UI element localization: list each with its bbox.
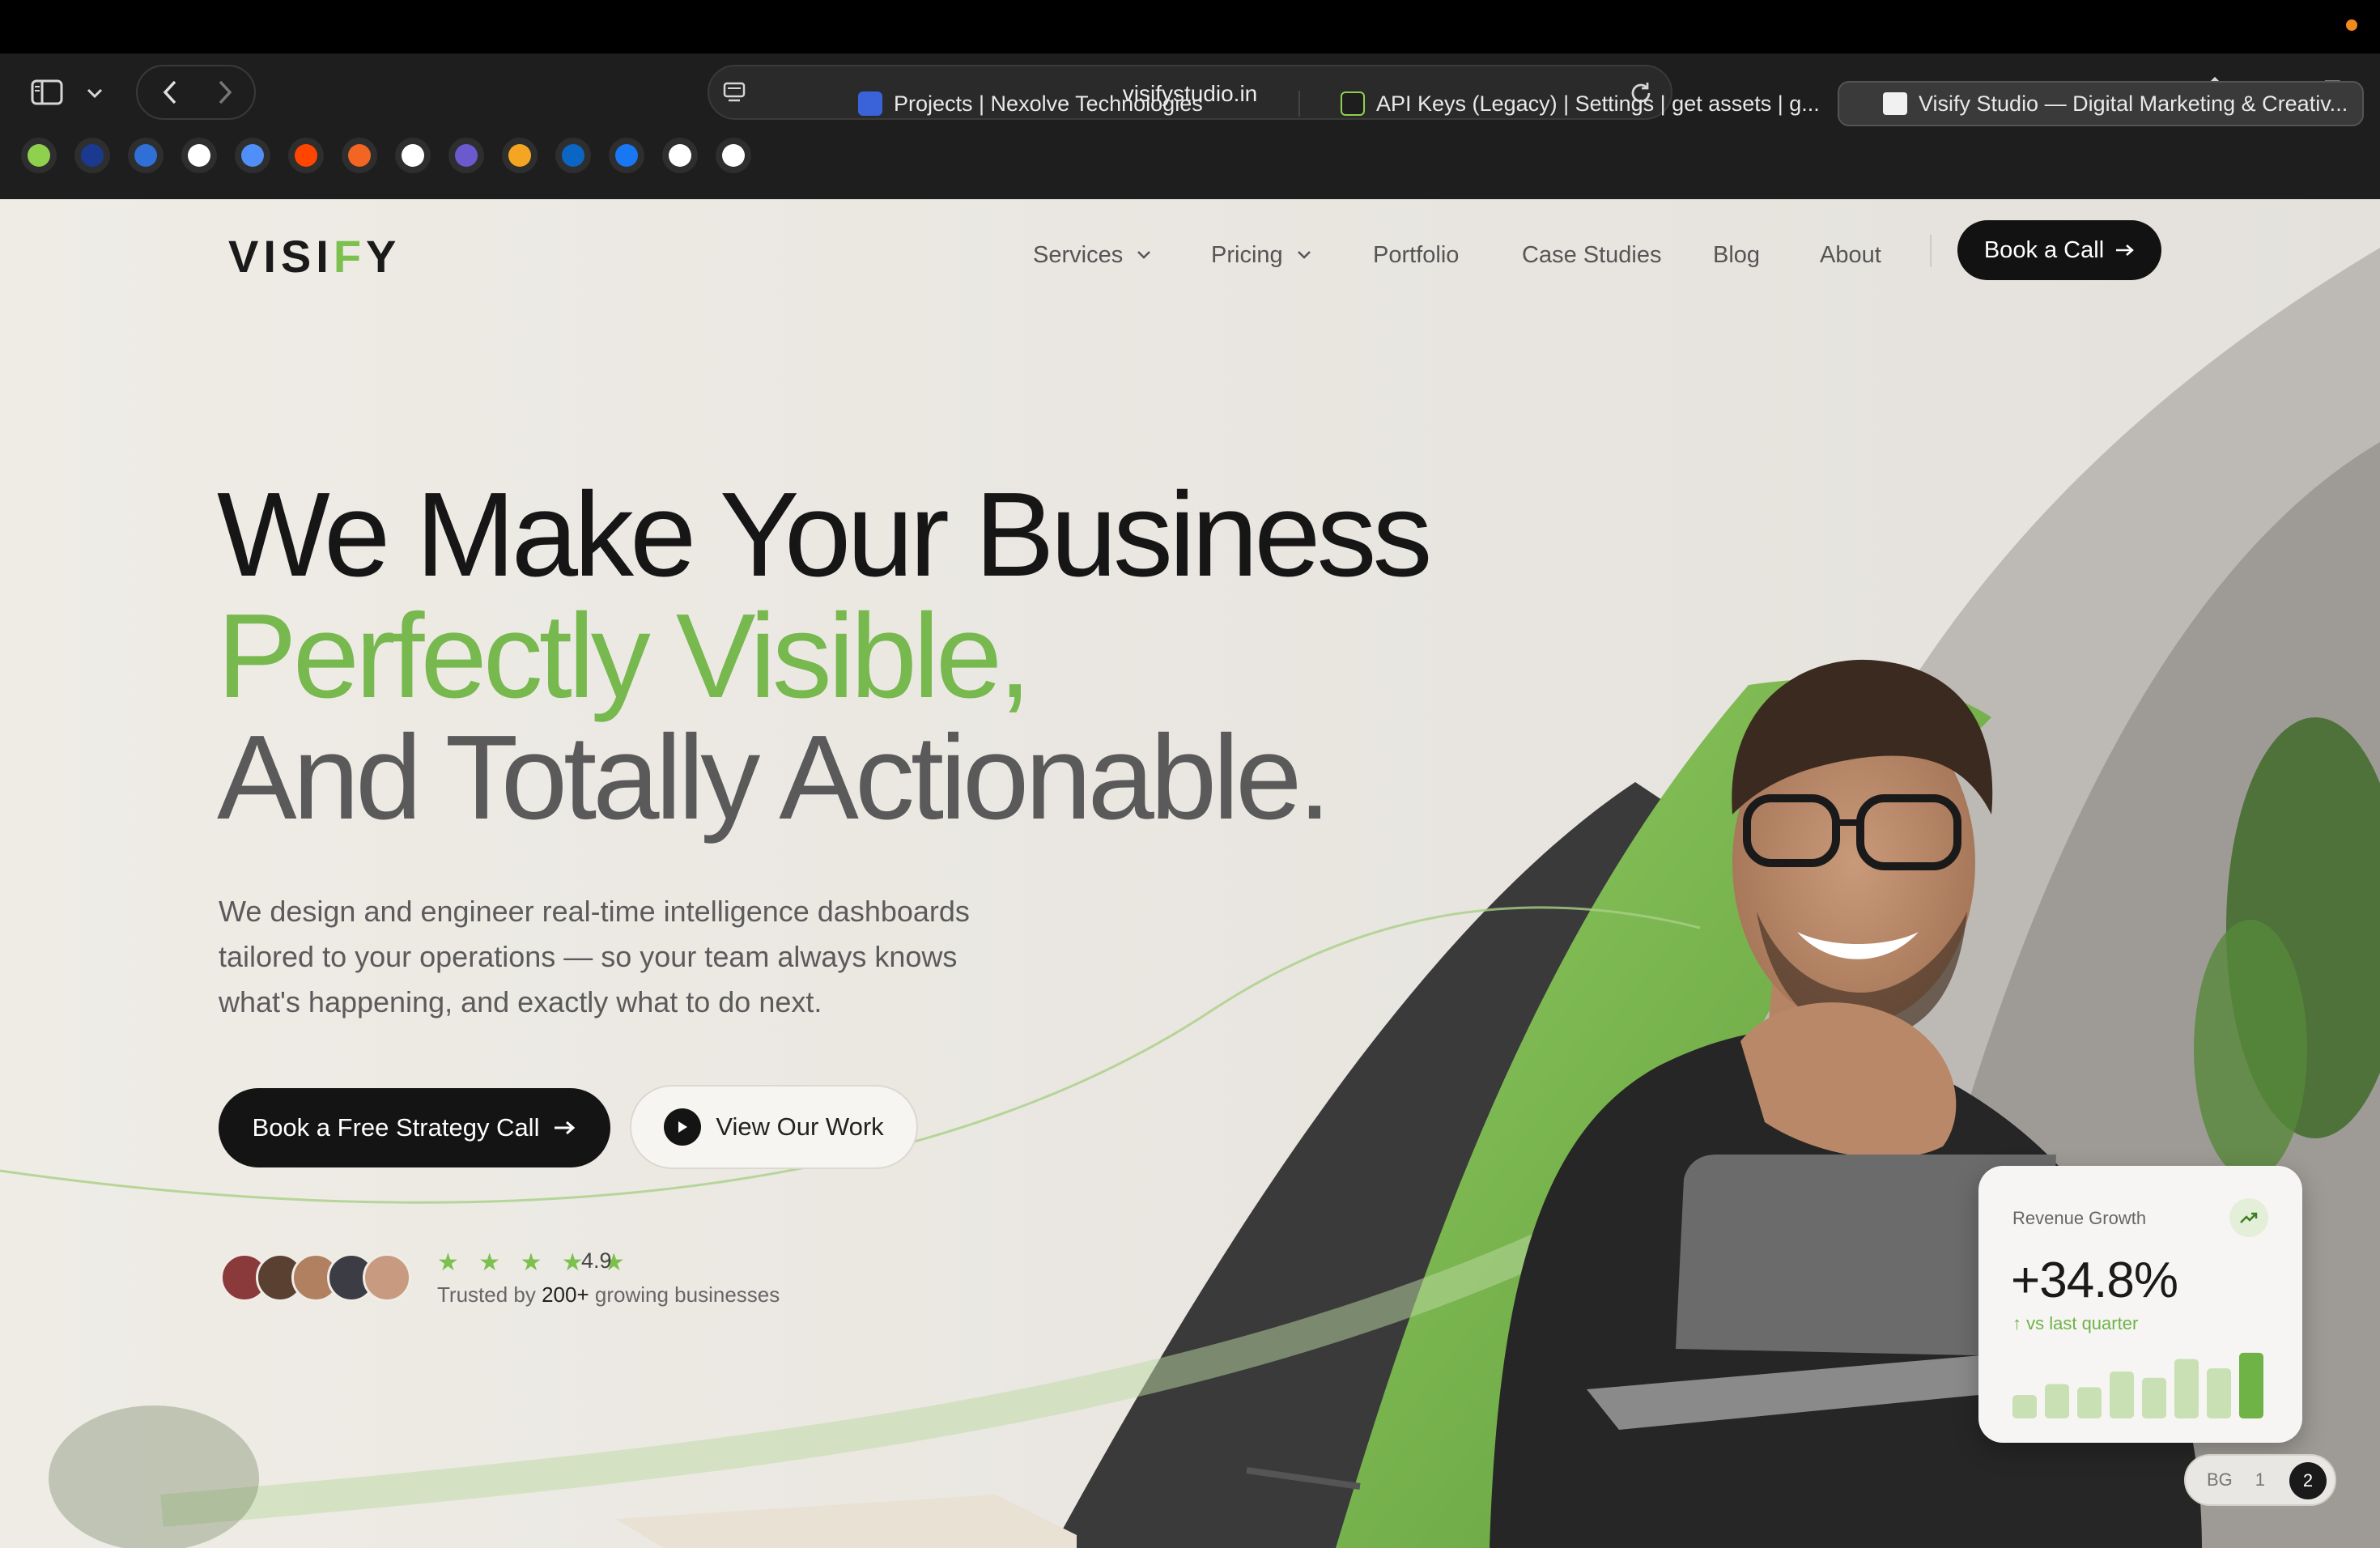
hero-heading-line3: And Totally Actionable. xyxy=(217,711,1332,844)
nav-portfolio[interactable]: Portfolio xyxy=(1373,242,1459,269)
avatar xyxy=(363,1253,411,1302)
tab-title: Visify Studio — Digital Marketing & Crea… xyxy=(1919,91,2348,116)
book-strategy-call-button[interactable]: Book a Free Strategy Call xyxy=(219,1088,610,1167)
analytics-icon[interactable] xyxy=(502,138,538,173)
browser-toolbar: visifystudio.in Projects | Nexolve Techn… xyxy=(0,53,2380,199)
system-menubar xyxy=(0,0,2380,53)
revenue-bar xyxy=(2077,1387,2102,1418)
hero-subtitle: We design and engineer real-time intelli… xyxy=(219,895,970,1019)
revenue-growth-card: Revenue Growth +34.8% ↑ vs last quarter xyxy=(1978,1166,2302,1443)
sidebar-toggle-icon[interactable] xyxy=(29,76,65,108)
chevron-down-icon[interactable] xyxy=(84,83,105,104)
revenue-growth-value: +34.8% xyxy=(2011,1252,2178,1308)
tab-api-keys[interactable]: API Keys (Legacy) | Settings | get asset… xyxy=(1341,81,1826,126)
customer-avatars xyxy=(220,1253,411,1303)
slide-pager: BG 1 2 xyxy=(2184,1454,2336,1506)
triangle-icon[interactable] xyxy=(395,138,431,173)
nexolve-favicon-icon xyxy=(858,91,882,116)
revenue-bar xyxy=(2207,1368,2231,1418)
nav-services[interactable]: Services xyxy=(1033,242,1152,269)
history-nav xyxy=(136,65,256,120)
nav-case-studies[interactable]: Case Studies xyxy=(1522,242,1662,269)
nav-pricing[interactable]: Pricing xyxy=(1211,242,1312,269)
nav-divider xyxy=(1930,235,1932,267)
gemini-icon[interactable] xyxy=(235,138,270,173)
bookmarks-bar xyxy=(5,131,761,180)
hero-heading-line1: We Make Your Business xyxy=(217,468,1432,602)
facebook-icon[interactable] xyxy=(609,138,644,173)
webpage: VISIFY Services Pricing Portfolio Case S… xyxy=(0,199,2380,1548)
ycombinator-icon[interactable] xyxy=(342,138,377,173)
openai-icon[interactable] xyxy=(181,138,217,173)
arrow-right-icon xyxy=(555,1121,576,1135)
arrow-right-icon xyxy=(2116,245,2135,256)
trending-up-icon xyxy=(2229,1198,2268,1237)
forward-icon[interactable] xyxy=(210,78,240,107)
revenue-bar xyxy=(2142,1377,2166,1418)
reddit-icon[interactable] xyxy=(288,138,324,173)
paypal-icon[interactable] xyxy=(74,138,110,173)
tab-title: Projects | Nexolve Technologies xyxy=(894,91,1203,116)
chevron-down-icon xyxy=(1297,251,1311,259)
card-title: Revenue Growth xyxy=(2012,1208,2147,1228)
view-our-work-button[interactable]: View Our Work xyxy=(630,1085,918,1169)
back-icon[interactable] xyxy=(155,78,185,107)
bolt-favicon-icon xyxy=(1341,91,1365,116)
linkedin-icon[interactable] xyxy=(555,138,591,173)
visify-favicon-icon xyxy=(1883,92,1907,115)
visify-logo[interactable]: VISIFY xyxy=(228,230,401,283)
tab-visify-studio[interactable]: Visify Studio — Digital Marketing & Crea… xyxy=(1838,81,2364,126)
nav-about[interactable]: About xyxy=(1820,242,1881,269)
hero-heading-line2: Perfectly Visible, xyxy=(217,589,1031,723)
revenue-delta-label: ↑ vs last quarter xyxy=(2012,1313,2139,1333)
medium-icon[interactable] xyxy=(662,138,698,173)
revenue-mini-bars xyxy=(2012,1352,2263,1418)
revenue-bar xyxy=(2110,1372,2134,1418)
blue-slash-icon[interactable] xyxy=(128,138,164,173)
pager-2[interactable]: 2 xyxy=(2289,1462,2327,1499)
recording-indicator-icon xyxy=(2346,19,2357,31)
chevron-down-icon xyxy=(1137,251,1151,259)
book-a-call-button[interactable]: Book a Call xyxy=(1957,220,2161,280)
trusted-by-text: Trusted by 200+ growing businesses xyxy=(437,1282,780,1307)
revenue-bar xyxy=(2239,1352,2263,1418)
pager-1[interactable]: 1 xyxy=(2255,1469,2265,1491)
nav-blog[interactable]: Blog xyxy=(1713,242,1760,269)
buffer-icon[interactable] xyxy=(716,138,751,173)
rating-value: 4.9 xyxy=(581,1248,612,1273)
play-icon xyxy=(664,1108,702,1146)
tab-projects[interactable]: Projects | Nexolve Technologies xyxy=(858,81,1295,126)
revenue-bar xyxy=(2012,1395,2037,1418)
green-swirl-icon[interactable] xyxy=(21,138,57,173)
revenue-bar xyxy=(2045,1384,2069,1418)
revenue-bar xyxy=(2174,1359,2199,1418)
purple-save-icon[interactable] xyxy=(448,138,484,173)
tab-title: API Keys (Legacy) | Settings | get asset… xyxy=(1376,91,1820,116)
pager-bg[interactable]: BG xyxy=(2207,1469,2233,1491)
